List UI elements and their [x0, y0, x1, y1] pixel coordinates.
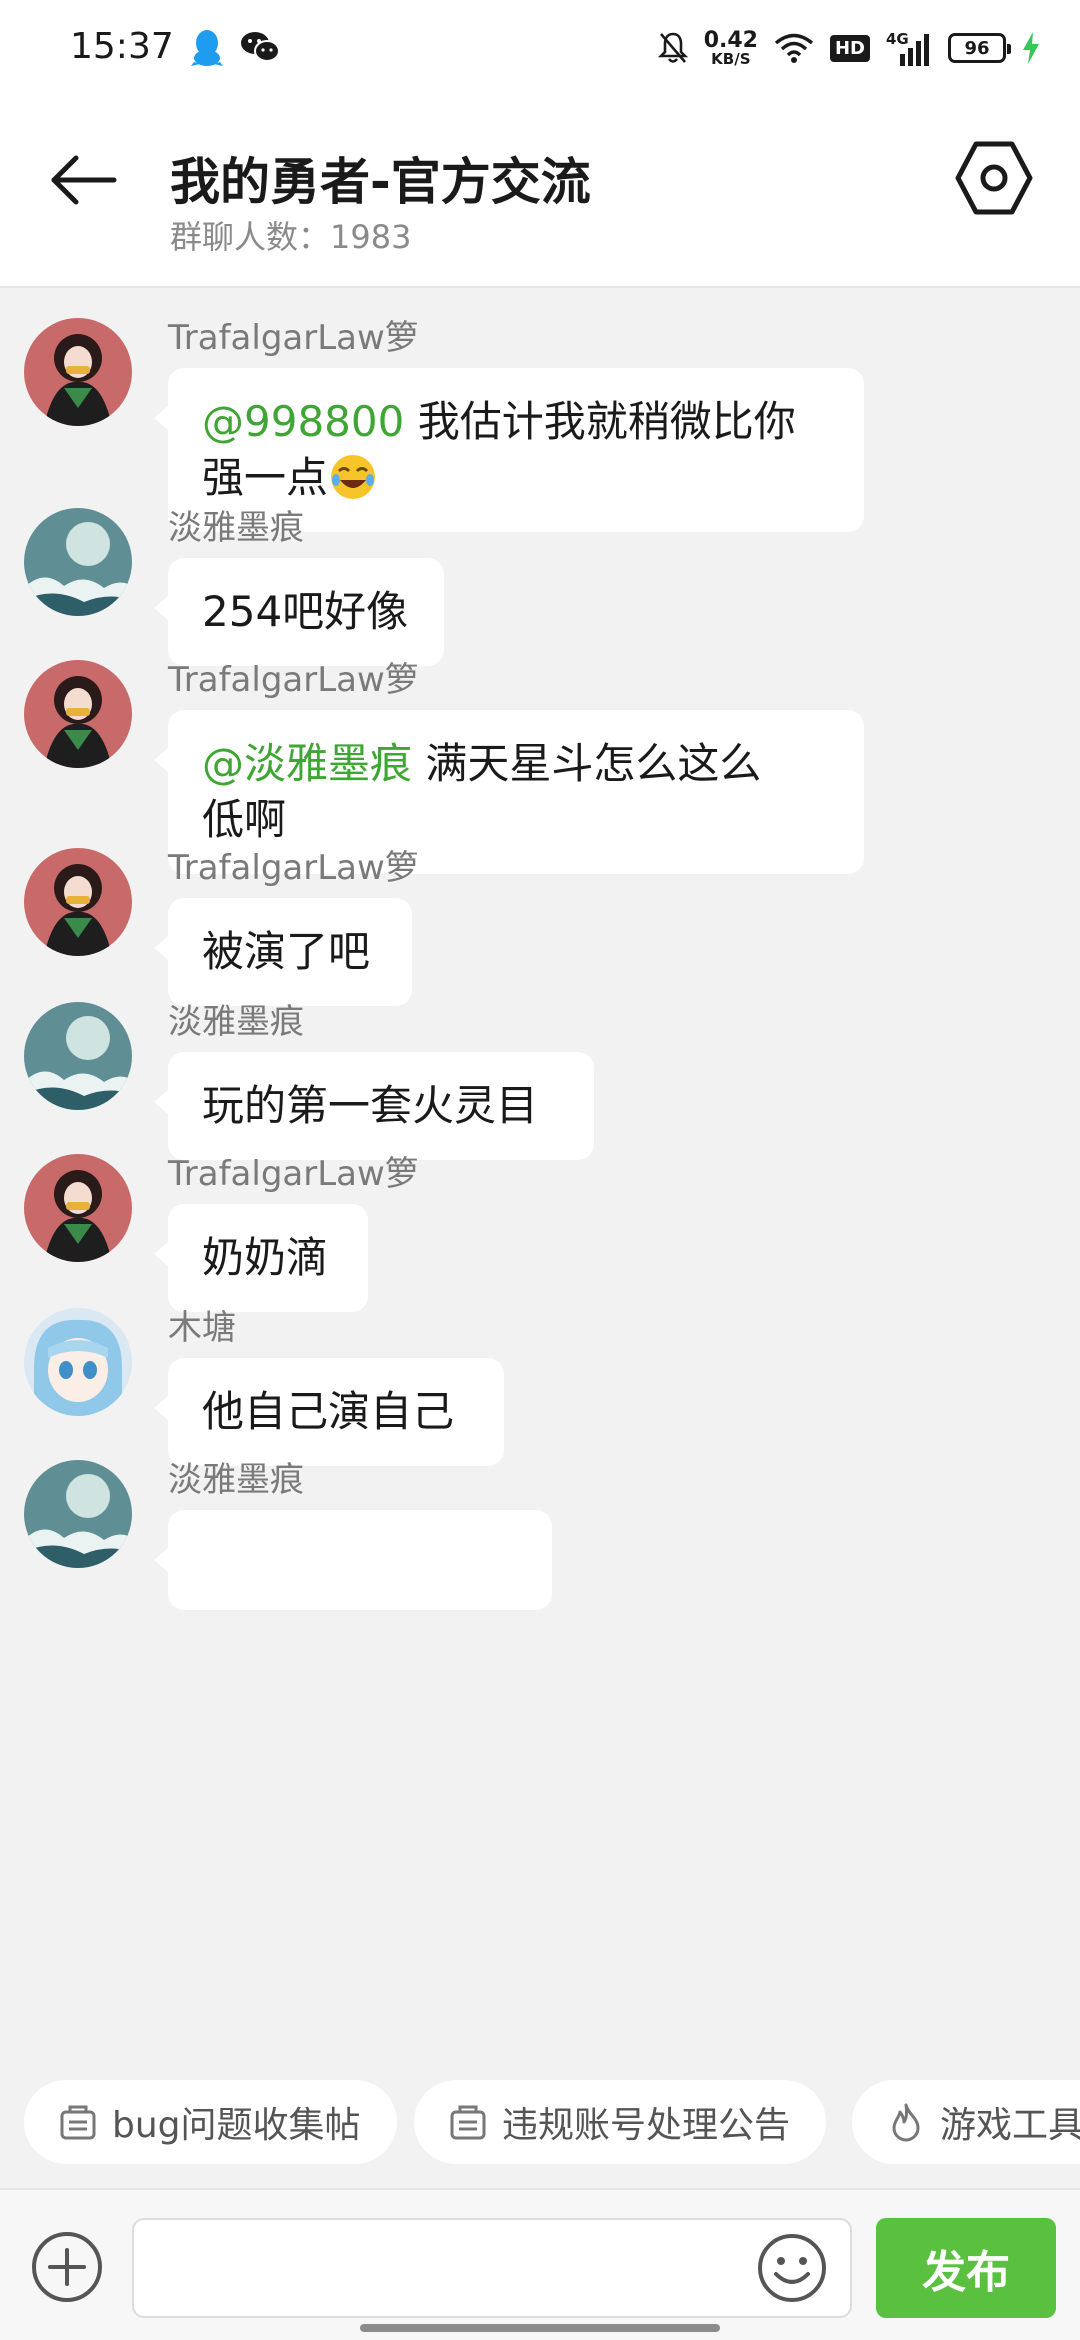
chip-label: 游戏工具: [940, 2105, 1080, 2146]
sender-name: 淡雅墨痕: [168, 508, 304, 548]
notice-icon: [60, 2105, 96, 2140]
chat-header: 我的勇者-官方交流 群聊人数：1983: [0, 100, 1080, 288]
back-arrow-icon[interactable]: [44, 140, 124, 220]
fire-icon: [892, 2103, 920, 2142]
chat-messages[interactable]: TrafalgarLaw箩 @998800 我估计我就稍微比你 强一点 淡雅墨痕…: [0, 290, 1080, 2080]
user-avatar[interactable]: [24, 508, 132, 616]
status-indicators: 0.42 KB/S HD 4G 96: [657, 26, 1040, 70]
user-avatar[interactable]: [24, 660, 132, 768]
message-text: 奶奶滴: [202, 1233, 329, 1282]
message-input-bar: 发布: [0, 2188, 1080, 2340]
add-attachment-icon[interactable]: [30, 2230, 104, 2304]
message-bubble[interactable]: 被演了吧: [154, 898, 412, 1006]
wifi-icon: [774, 33, 814, 63]
sender-name: TrafalgarLaw箩: [168, 318, 419, 358]
sender-name: TrafalgarLaw箩: [168, 848, 419, 888]
status-time: 15:37: [70, 26, 174, 67]
sender-name: 木塘: [168, 1308, 236, 1348]
message-text: 满天星斗怎么这么: [412, 739, 762, 788]
user-avatar[interactable]: [24, 1002, 132, 1110]
user-avatar[interactable]: [24, 1308, 132, 1416]
sender-name: TrafalgarLaw箩: [168, 1154, 419, 1194]
chip-violation-notice[interactable]: 违规账号处理公告: [414, 2080, 827, 2164]
message-text: 强一点: [202, 453, 329, 502]
chip-label: bug问题收集帖: [112, 2105, 361, 2146]
status-bar: 15:37 0.42 KB/S HD 4G 96: [0, 0, 1080, 100]
message-bubble[interactable]: 玩的第一套火灵目: [154, 1052, 594, 1160]
hd-badge: HD: [829, 34, 870, 62]
chip-label: 违规账号处理公告: [502, 2105, 791, 2146]
publish-button[interactable]: 发布: [876, 2218, 1056, 2318]
mute-icon: [657, 32, 688, 63]
message-bubble[interactable]: [154, 1510, 552, 1610]
sender-name: 淡雅墨痕: [168, 1002, 304, 1042]
emoji-picker-icon[interactable]: [756, 2232, 828, 2304]
wechat-icon: [241, 32, 280, 62]
mention-link[interactable]: @淡雅墨痕: [202, 739, 412, 788]
net-speed: 0.42 KB/S: [703, 27, 758, 68]
charging-icon: [1023, 32, 1039, 64]
message-text: 他自己演自己: [202, 1387, 455, 1436]
message-text: 被演了吧: [202, 927, 371, 976]
user-avatar[interactable]: [24, 1154, 132, 1262]
quick-link-bar[interactable]: bug问题收集帖 违规账号处理公告 游戏工具: [0, 2078, 1080, 2168]
message-text: 254吧好像: [202, 587, 409, 636]
sender-name: TrafalgarLaw箩: [168, 660, 419, 700]
signal-icon: 4G: [886, 30, 932, 66]
settings-hexagon-icon[interactable]: [952, 136, 1036, 220]
message-text: 低啊: [202, 795, 287, 844]
sender-name: 淡雅墨痕: [168, 1460, 304, 1500]
chip-bug-collection[interactable]: bug问题收集帖: [24, 2080, 397, 2164]
message-bubble[interactable]: 他自己演自己: [154, 1358, 504, 1466]
message-bubble[interactable]: 奶奶滴: [154, 1204, 368, 1312]
chip-game-tools[interactable]: 游戏工具: [852, 2080, 1080, 2164]
battery-indicator: 96: [948, 33, 1011, 63]
notice-icon: [450, 2105, 486, 2140]
member-count: 群聊人数：1983: [170, 218, 412, 256]
user-avatar[interactable]: [24, 1460, 132, 1568]
laughing-tears-emoji-icon: [331, 455, 376, 499]
message-text: 玩的第一套火灵目: [202, 1081, 539, 1130]
message-input[interactable]: [132, 2218, 852, 2318]
user-avatar[interactable]: [24, 848, 132, 956]
user-avatar[interactable]: [24, 318, 132, 426]
message-bubble[interactable]: 254吧好像: [154, 558, 444, 666]
home-indicator[interactable]: [360, 2324, 720, 2332]
qq-icon: [191, 30, 223, 66]
mention-link[interactable]: @998800: [202, 397, 404, 446]
group-title: 我的勇者-官方交流: [170, 153, 591, 211]
message-text: 我估计我就稍微比你: [404, 397, 796, 446]
